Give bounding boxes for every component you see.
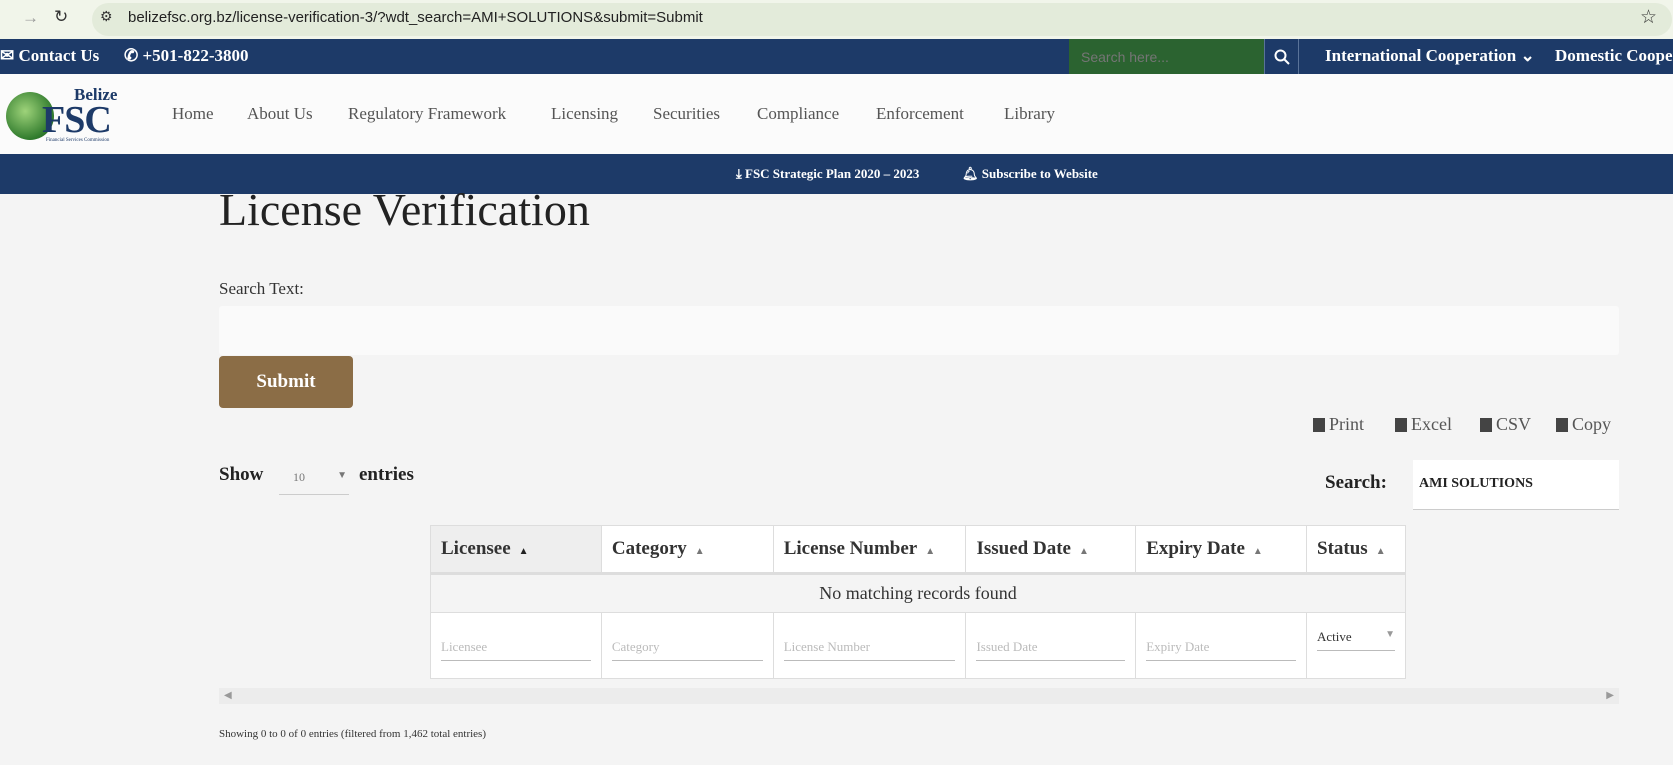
download-icon: ⤓ bbox=[736, 166, 742, 181]
nav-library[interactable]: Library bbox=[1004, 104, 1055, 124]
search-text-label: Search Text: bbox=[219, 279, 304, 298]
nav-enforcement[interactable]: Enforcement bbox=[876, 104, 964, 124]
reload-icon[interactable]: ↻ bbox=[54, 7, 68, 27]
page-title: License Verification bbox=[219, 184, 590, 235]
column-status[interactable]: Status ▲ bbox=[1306, 525, 1406, 575]
filter-issued-date[interactable]: Issued Date bbox=[976, 635, 1126, 661]
table-search-label: Search: bbox=[1325, 472, 1387, 493]
sort-icon: ▲ bbox=[1252, 546, 1263, 557]
show-label: Show bbox=[219, 464, 264, 485]
scroll-left-icon[interactable]: ◀ bbox=[224, 690, 232, 701]
sort-icon: ▲ bbox=[1375, 546, 1386, 557]
search-icon bbox=[1274, 49, 1290, 65]
url-text[interactable]: belizefsc.org.bz/license-verification-3/… bbox=[128, 9, 703, 26]
sort-icon: ▲ bbox=[925, 546, 936, 557]
scroll-right-icon[interactable]: ▶ bbox=[1606, 690, 1614, 701]
menu-international-cooperation[interactable]: International Cooperation ⌄ bbox=[1325, 46, 1535, 66]
empty-message: No matching records found bbox=[430, 573, 1406, 613]
nav-home[interactable]: Home bbox=[172, 104, 214, 124]
copy-button[interactable]: Copy bbox=[1556, 414, 1611, 435]
site-info-icon[interactable]: ⚙ bbox=[100, 9, 113, 26]
main-nav: Belize FSC Financial Services Commission… bbox=[0, 74, 1673, 154]
top-bar: ✉ Contact Us ✆ +501-822-3800 Internation… bbox=[0, 39, 1673, 74]
csv-label: CSV bbox=[1496, 414, 1532, 434]
nav-licensing[interactable]: Licensing bbox=[551, 104, 618, 124]
filter-row: Licensee Category License Number Issued … bbox=[430, 612, 1406, 679]
sort-asc-icon: ▲ bbox=[518, 546, 529, 557]
print-label: Print bbox=[1329, 414, 1365, 434]
contact-us-link[interactable]: ✉ Contact Us bbox=[0, 46, 99, 66]
copy-icon bbox=[1556, 417, 1568, 432]
subscribe-link[interactable]: 🔔︎ Subscribe to Website bbox=[962, 166, 1098, 182]
site-search-button[interactable] bbox=[1264, 39, 1299, 74]
strategic-plan-label: FSC Strategic Plan 2020 – 2023 bbox=[745, 166, 920, 181]
filter-expiry-date[interactable]: Expiry Date bbox=[1146, 635, 1296, 661]
subscribe-label: Subscribe to Website bbox=[981, 166, 1098, 181]
sort-icon: ▲ bbox=[694, 546, 705, 557]
column-issued-date[interactable]: Issued Date ▲ bbox=[965, 525, 1137, 575]
sort-icon: ▲ bbox=[1078, 546, 1089, 557]
horizontal-scrollbar[interactable]: ◀ ▶ bbox=[219, 688, 1619, 704]
excel-icon bbox=[1395, 417, 1407, 432]
logo-subtitle: Financial Services Commission bbox=[46, 138, 110, 143]
print-button[interactable]: Print bbox=[1313, 414, 1364, 435]
browser-toolbar: → ↻ ⚙ belizefsc.org.bz/license-verificat… bbox=[0, 0, 1673, 39]
table-header: Licensee ▲ Category ▲ License Number ▲ Issu… bbox=[430, 525, 1406, 575]
print-icon bbox=[1313, 417, 1325, 432]
filter-category[interactable]: Category bbox=[611, 635, 763, 661]
strategic-plan-link[interactable]: ⤓ FSC Strategic Plan 2020 – 2023 bbox=[736, 166, 919, 182]
bell-icon: 🔔︎ bbox=[962, 166, 979, 181]
excel-label: Excel bbox=[1411, 414, 1452, 434]
nav-compliance[interactable]: Compliance bbox=[757, 104, 839, 124]
excel-button[interactable]: Excel bbox=[1395, 414, 1452, 435]
column-expiry-date[interactable]: Expiry Date ▲ bbox=[1135, 525, 1307, 575]
chevron-down-icon: ▼ bbox=[1385, 629, 1395, 640]
copy-label: Copy bbox=[1572, 414, 1612, 434]
menu-label: International Cooperation bbox=[1325, 46, 1517, 65]
nav-securities[interactable]: Securities bbox=[653, 104, 720, 124]
column-category[interactable]: Category ▲ bbox=[600, 525, 774, 575]
entries-value: 10 bbox=[293, 470, 305, 484]
search-text-input[interactable] bbox=[219, 306, 1619, 355]
filter-licensee[interactable]: Licensee bbox=[441, 635, 591, 661]
entries-select[interactable]: 10 ▼ bbox=[279, 464, 349, 495]
fsc-logo[interactable]: Belize FSC Financial Services Commission bbox=[6, 85, 124, 144]
submit-button[interactable]: Submit bbox=[219, 356, 353, 408]
column-licensee[interactable]: Licensee ▲ bbox=[430, 525, 602, 575]
phone-link[interactable]: ✆ +501-822-3800 bbox=[124, 46, 249, 66]
filter-status-select[interactable]: Active ▼ bbox=[1317, 625, 1395, 651]
entries-label: entries bbox=[359, 464, 414, 485]
license-table: Licensee ▲ Category ▲ License Number ▲ Issu… bbox=[430, 525, 1406, 679]
status-filter-value: Active bbox=[1317, 629, 1352, 644]
chevron-down-icon: ▼ bbox=[337, 470, 347, 481]
csv-icon bbox=[1480, 417, 1492, 432]
table-search-input[interactable]: AMI SOLUTIONS bbox=[1413, 460, 1619, 510]
phone-label: +501-822-3800 bbox=[142, 46, 249, 65]
forward-icon[interactable]: → bbox=[22, 8, 39, 28]
site-search-input[interactable] bbox=[1069, 39, 1264, 74]
nav-about-us[interactable]: About Us bbox=[247, 104, 313, 124]
column-license-number[interactable]: License Number ▲ bbox=[772, 525, 967, 575]
bookmark-star-icon[interactable]: ☆ bbox=[1640, 6, 1657, 29]
contact-label: Contact Us bbox=[18, 46, 100, 65]
logo-fsc: FSC bbox=[42, 99, 112, 141]
menu-domestic-cooperation[interactable]: Domestic Cooper bbox=[1555, 46, 1673, 66]
nav-regulatory-framework[interactable]: Regulatory Framework bbox=[348, 104, 506, 124]
csv-button[interactable]: CSV bbox=[1480, 414, 1531, 435]
filter-license-number[interactable]: License Number bbox=[783, 635, 956, 661]
table-info: Showing 0 to 0 of 0 entries (filtered fr… bbox=[219, 728, 486, 740]
